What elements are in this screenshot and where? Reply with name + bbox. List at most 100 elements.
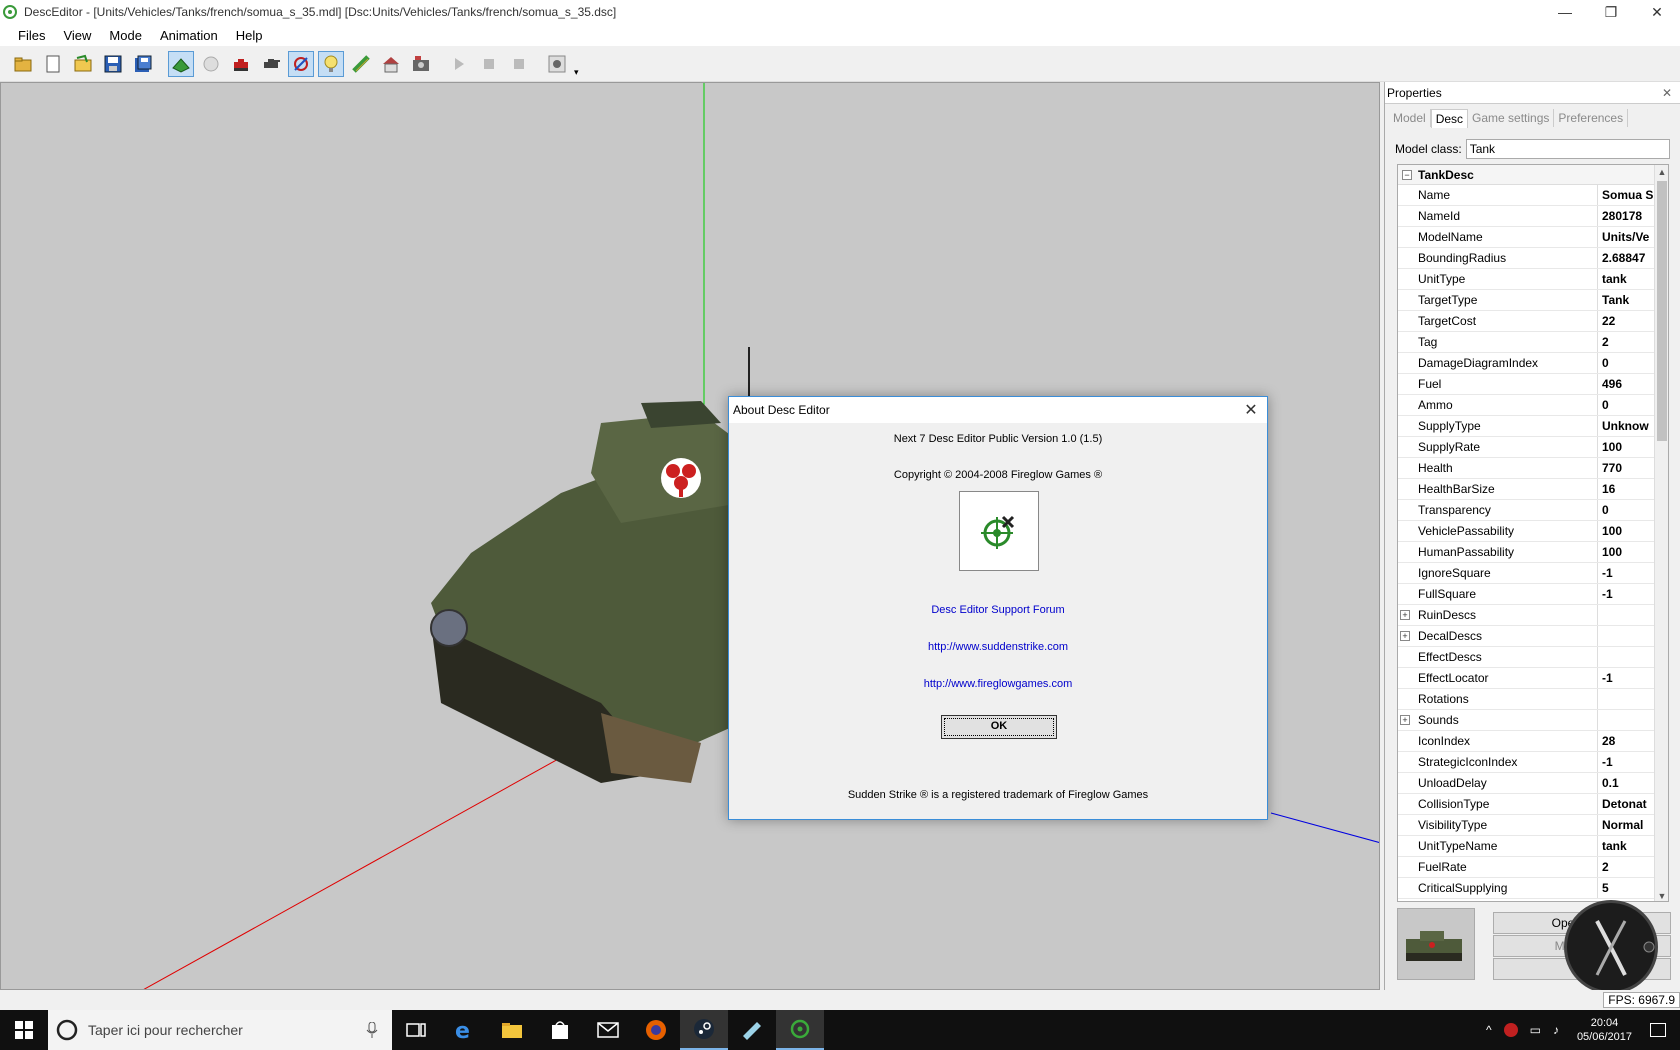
property-value[interactable]: tank: [1598, 836, 1658, 856]
menu-files[interactable]: Files: [0, 28, 54, 43]
model-class-field[interactable]: Tank: [1465, 139, 1670, 159]
property-value[interactable]: -1: [1598, 668, 1658, 688]
property-row[interactable]: FuelRate 2: [1398, 857, 1668, 878]
property-row[interactable]: TargetType Tank: [1398, 290, 1668, 311]
tab-preferences[interactable]: Preferences: [1554, 109, 1629, 127]
property-row[interactable]: HumanPassability 100: [1398, 542, 1668, 563]
property-value[interactable]: -1: [1598, 752, 1658, 772]
property-value[interactable]: Tank: [1598, 290, 1658, 310]
settings-button[interactable]: [544, 51, 570, 77]
property-value[interactable]: 496: [1598, 374, 1658, 394]
clock[interactable]: 20:04 05/06/2017: [1577, 1016, 1632, 1044]
overlay-widget[interactable]: [1564, 900, 1658, 994]
property-row[interactable]: Name Somua S: [1398, 185, 1668, 206]
property-row[interactable]: + DecalDescs: [1398, 626, 1668, 647]
property-row[interactable]: UnitType tank: [1398, 269, 1668, 290]
property-value[interactable]: 22: [1598, 311, 1658, 331]
property-row[interactable]: VisibilityType Normal: [1398, 815, 1668, 836]
new-file-button[interactable]: [40, 51, 66, 77]
maximize-button[interactable]: ❐: [1588, 0, 1634, 24]
property-row[interactable]: EffectDescs: [1398, 647, 1668, 668]
property-value[interactable]: [1598, 710, 1658, 730]
property-row[interactable]: Rotations: [1398, 689, 1668, 710]
property-value[interactable]: 280178: [1598, 206, 1658, 226]
edge-button[interactable]: e: [440, 1010, 488, 1050]
property-row[interactable]: TargetCost 22: [1398, 311, 1668, 332]
stop-button[interactable]: [506, 51, 532, 77]
tab-model[interactable]: Model: [1389, 109, 1431, 127]
property-value[interactable]: Somua S: [1598, 185, 1658, 205]
property-row[interactable]: Ammo 0: [1398, 395, 1668, 416]
property-value[interactable]: 100: [1598, 437, 1658, 457]
desc-editor-taskbar-button[interactable]: [776, 1010, 824, 1050]
property-row[interactable]: Fuel 496: [1398, 374, 1668, 395]
red-tank-button[interactable]: [228, 51, 254, 77]
property-value[interactable]: 0: [1598, 395, 1658, 415]
menu-mode[interactable]: Mode: [100, 28, 151, 43]
tank-button[interactable]: [258, 51, 284, 77]
property-row[interactable]: UnloadDelay 0.1: [1398, 773, 1668, 794]
property-value[interactable]: [1598, 605, 1658, 625]
property-row[interactable]: Health 770: [1398, 458, 1668, 479]
terrain-mode-button[interactable]: [168, 50, 194, 77]
property-value[interactable]: 0: [1598, 500, 1658, 520]
building-button[interactable]: [378, 51, 404, 77]
texture-button[interactable]: [348, 51, 374, 77]
group-tankdesc[interactable]: − TankDesc: [1398, 165, 1668, 185]
suddenstrike-link[interactable]: http://www.suddenstrike.com: [729, 641, 1267, 653]
property-row[interactable]: IconIndex 28: [1398, 731, 1668, 752]
property-value[interactable]: 100: [1598, 542, 1658, 562]
file-explorer-button[interactable]: [488, 1010, 536, 1050]
ok-button[interactable]: OK: [941, 715, 1057, 739]
property-row[interactable]: UnitTypeName tank: [1398, 836, 1668, 857]
property-value[interactable]: [1598, 689, 1658, 709]
start-button[interactable]: [0, 1010, 48, 1050]
property-row[interactable]: VehiclePassability 100: [1398, 521, 1668, 542]
notifications-icon[interactable]: [1650, 1023, 1666, 1037]
mail-button[interactable]: [584, 1010, 632, 1050]
open-file-button[interactable]: [70, 51, 96, 77]
grid-scrollbar[interactable]: ▲ ▼: [1654, 165, 1668, 901]
property-row[interactable]: IgnoreSquare -1: [1398, 563, 1668, 584]
antivirus-tray-icon[interactable]: [1503, 1023, 1518, 1037]
property-row[interactable]: Tag 2: [1398, 332, 1668, 353]
menu-animation[interactable]: Animation: [151, 28, 227, 43]
property-value[interactable]: Detonat: [1598, 794, 1658, 814]
property-value[interactable]: Unknow: [1598, 416, 1658, 436]
taskbar-search[interactable]: Taper ici pour rechercher: [48, 1010, 392, 1050]
property-row[interactable]: ModelName Units/Ve: [1398, 227, 1668, 248]
support-forum-link[interactable]: Desc Editor Support Forum: [729, 604, 1267, 616]
property-value[interactable]: Units/Ve: [1598, 227, 1658, 247]
toolbar-overflow-icon[interactable]: ▾: [574, 67, 579, 78]
property-value[interactable]: Normal: [1598, 815, 1658, 835]
property-value[interactable]: -1: [1598, 584, 1658, 604]
property-row[interactable]: BoundingRadius 2.68847: [1398, 248, 1668, 269]
screenshot-button[interactable]: [408, 51, 434, 77]
steam-button[interactable]: [680, 1010, 728, 1050]
property-row[interactable]: SupplyType Unknow: [1398, 416, 1668, 437]
property-value[interactable]: 5: [1598, 878, 1658, 898]
property-row[interactable]: SupplyRate 100: [1398, 437, 1668, 458]
scroll-thumb[interactable]: [1657, 181, 1667, 441]
property-row[interactable]: CriticalSupplying 5: [1398, 878, 1668, 899]
save-button[interactable]: [100, 51, 126, 77]
notes-app-button[interactable]: [728, 1010, 776, 1050]
property-value[interactable]: 2: [1598, 332, 1658, 352]
expand-icon[interactable]: +: [1400, 610, 1410, 620]
property-value[interactable]: [1598, 647, 1658, 667]
volume-tray-icon[interactable]: ♪: [1553, 1023, 1559, 1037]
property-row[interactable]: CollisionType Detonat: [1398, 794, 1668, 815]
property-value[interactable]: tank: [1598, 269, 1658, 289]
property-value[interactable]: 100: [1598, 521, 1658, 541]
property-value[interactable]: 2: [1598, 857, 1658, 877]
save-all-button[interactable]: [130, 51, 156, 77]
property-row[interactable]: FullSquare -1: [1398, 584, 1668, 605]
close-properties-icon[interactable]: ✕: [1662, 86, 1672, 100]
property-row[interactable]: EffectLocator -1: [1398, 668, 1668, 689]
expand-icon[interactable]: +: [1400, 631, 1410, 641]
firefox-button[interactable]: [632, 1010, 680, 1050]
tray-expand-icon[interactable]: ^: [1486, 1023, 1492, 1037]
fireglow-link[interactable]: http://www.fireglowgames.com: [729, 678, 1267, 690]
collapse-icon[interactable]: −: [1402, 169, 1412, 180]
property-grid[interactable]: − TankDesc Name Somua S NameId 280178 ModelN…: [1397, 164, 1669, 902]
